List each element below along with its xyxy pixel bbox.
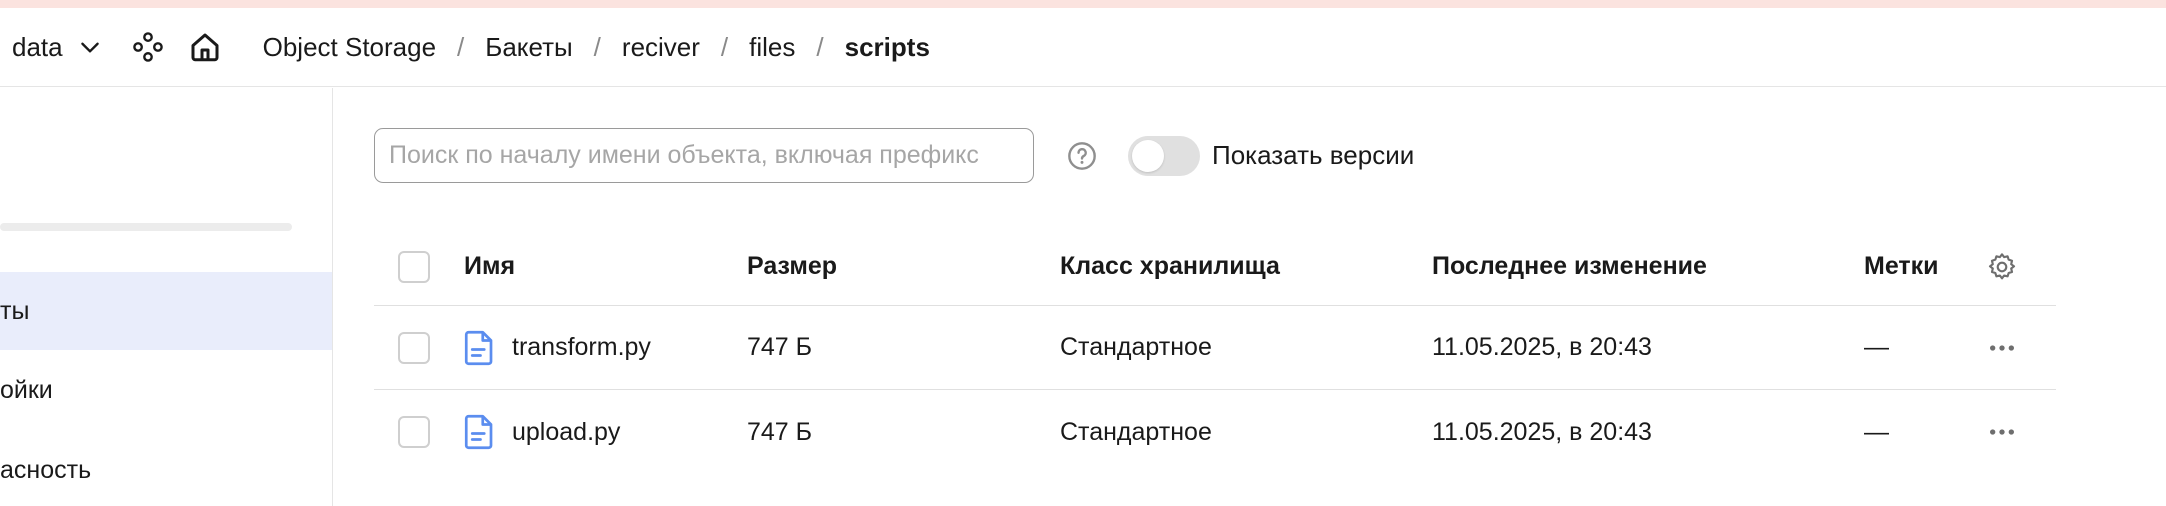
- objects-table: Имя Размер Класс хранилища Последнее изм…: [374, 228, 2056, 474]
- toggle-knob: [1132, 139, 1164, 172]
- breadcrumb-separator: /: [457, 31, 465, 62]
- sidebar-item-security[interactable]: асность: [0, 431, 332, 506]
- sidebar-scrollbar[interactable]: [0, 223, 292, 231]
- breadcrumb-current: scripts: [844, 31, 930, 62]
- more-icon[interactable]: [1986, 416, 2018, 448]
- main-content: Показать версии Имя Размер Класс хранили…: [334, 88, 2166, 506]
- modified-date: 11.05.2025, в 20:43: [1432, 417, 1652, 446]
- column-header-modified[interactable]: Последнее изменение: [1432, 252, 1707, 281]
- toolbar: Показать версии: [374, 128, 1414, 183]
- chevron-down-icon: [80, 42, 99, 53]
- versions-toggle[interactable]: [1128, 135, 1200, 176]
- gear-icon[interactable]: [1986, 251, 2018, 283]
- file-size: 747 Б: [747, 333, 813, 361]
- column-header-tags: Метки: [1864, 252, 1939, 280]
- file-name[interactable]: transform.py: [512, 333, 651, 362]
- file-icon: [464, 414, 493, 450]
- table-header-row: Имя Размер Класс хранилища Последнее изм…: [374, 228, 2056, 306]
- table-row[interactable]: transform.py 747 Б Стандартное 11.05.202…: [374, 306, 2056, 390]
- tags-value: —: [1864, 333, 1889, 361]
- top-header: data Object Storage / Бакеты / reciver /…: [0, 8, 2166, 87]
- breadcrumb-separator: /: [720, 31, 729, 62]
- services-icon[interactable]: [131, 30, 165, 64]
- column-header-size[interactable]: Размер: [747, 252, 837, 281]
- storage-class: Стандартное: [1060, 333, 1212, 361]
- versions-toggle-label: Показать версии: [1212, 140, 1415, 170]
- row-checkbox[interactable]: [398, 416, 430, 448]
- breadcrumb-separator: /: [816, 31, 824, 62]
- sidebar-item-settings[interactable]: ойки: [0, 351, 332, 429]
- folder-name: data: [12, 31, 63, 62]
- file-icon: [464, 330, 493, 365]
- sidebar-item-label: ты: [0, 296, 30, 325]
- file-size: 747 Б: [747, 417, 813, 446]
- breadcrumb-bucket[interactable]: reciver: [622, 32, 700, 63]
- modified-date: 11.05.2025, в 20:43: [1432, 333, 1652, 361]
- folder-switcher[interactable]: data: [12, 27, 103, 67]
- breadcrumb-folder[interactable]: files: [749, 32, 795, 63]
- more-icon[interactable]: [1986, 332, 2018, 364]
- search-input[interactable]: [374, 128, 1034, 183]
- select-all-checkbox[interactable]: [398, 250, 430, 283]
- sidebar-item-label: асность: [0, 455, 92, 484]
- column-header-storage-class[interactable]: Класс хранилища: [1060, 252, 1280, 281]
- file-name[interactable]: upload.py: [512, 418, 620, 447]
- row-checkbox[interactable]: [398, 331, 430, 364]
- breadcrumb-separator: /: [593, 31, 601, 62]
- storage-class: Стандартное: [1060, 417, 1212, 446]
- breadcrumb-object-storage[interactable]: Object Storage: [263, 32, 436, 63]
- table-row[interactable]: upload.py 747 Б Стандартное 11.05.2025, …: [374, 390, 2056, 474]
- help-icon[interactable]: [1066, 140, 1098, 172]
- tags-value: —: [1864, 417, 1889, 446]
- sidebar-item-buckets[interactable]: ты: [0, 272, 332, 350]
- sidebar-item-label: ойки: [0, 375, 53, 404]
- breadcrumb-buckets[interactable]: Бакеты: [485, 32, 572, 63]
- column-header-name[interactable]: Имя: [464, 252, 515, 281]
- home-icon[interactable]: [187, 29, 223, 65]
- sidebar: ты ойки асность: [0, 88, 333, 506]
- top-stripe: [0, 0, 2166, 8]
- breadcrumb: Object Storage / Бакеты / reciver / file…: [263, 32, 930, 63]
